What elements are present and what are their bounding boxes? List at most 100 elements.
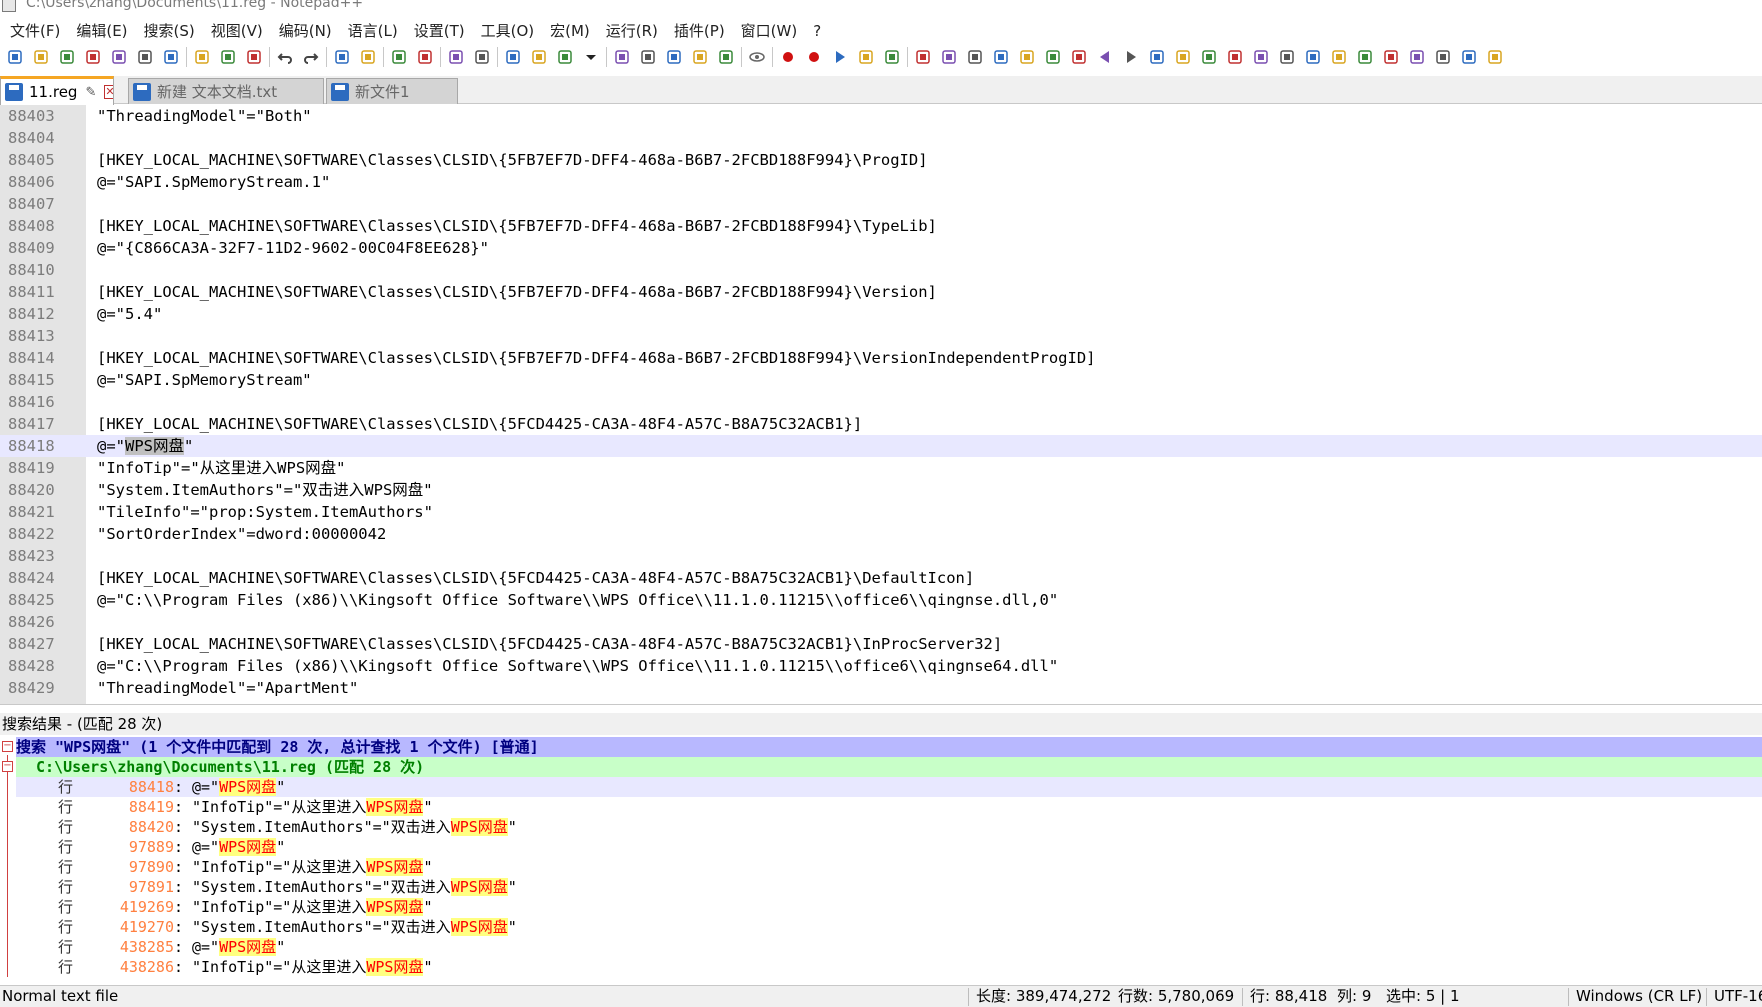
line-text[interactable]: @="SAPI.SpMemoryStream.1": [97, 171, 330, 193]
menu-item-12[interactable]: ?: [805, 18, 829, 44]
line-text[interactable]: @="WPS网盘": [97, 435, 193, 457]
plugin-2-icon[interactable]: [938, 46, 960, 68]
line-text[interactable]: [HKEY_LOCAL_MACHINE\SOFTWARE\Classes\CLS…: [97, 413, 862, 435]
editor-line[interactable]: 88408 [HKEY_LOCAL_MACHINE\SOFTWARE\Classe…: [0, 215, 1762, 237]
menu-item-2[interactable]: 搜索(S): [136, 18, 203, 44]
status-cursor-column[interactable]: 列: 9: [1337, 986, 1371, 1007]
fold-collapse-icon[interactable]: −: [2, 761, 13, 772]
udl-icon[interactable]: [689, 46, 711, 68]
plugin-7-icon[interactable]: [1172, 46, 1194, 68]
menu-item-1[interactable]: 编辑(E): [68, 18, 135, 44]
editor-line[interactable]: 88411 [HKEY_LOCAL_MACHINE\SOFTWARE\Classe…: [0, 281, 1762, 303]
plugin-4-icon[interactable]: [990, 46, 1012, 68]
result-text[interactable]: @="WPS网盘": [192, 937, 285, 957]
line-text[interactable]: "TileInfo"="prop:System.ItemAuthors": [97, 501, 433, 523]
editor-line[interactable]: 88421 "TileInfo"="prop:System.ItemAuthors…: [0, 501, 1762, 523]
editor-line[interactable]: 88420 "System.ItemAuthors"="双击进入WPS网盘": [0, 479, 1762, 501]
editor-line[interactable]: 88416: [0, 391, 1762, 413]
fold-collapse-icon[interactable]: −: [2, 741, 13, 752]
redo-icon[interactable]: [300, 46, 322, 68]
editor-line[interactable]: 88422 "SortOrderIndex"=dword:00000042: [0, 523, 1762, 545]
editor-line[interactable]: 88424 [HKEY_LOCAL_MACHINE\SOFTWARE\Classe…: [0, 567, 1762, 589]
paste-icon[interactable]: [243, 46, 265, 68]
editor-line[interactable]: 88418 @="WPS网盘": [0, 435, 1762, 457]
plugin-10-icon[interactable]: [1250, 46, 1272, 68]
editor-line[interactable]: 88417 [HKEY_LOCAL_MACHINE\SOFTWARE\Classe…: [0, 413, 1762, 435]
save-all-icon[interactable]: [82, 46, 104, 68]
search-result-row[interactable]: 行 438286: "InfoTip"="从这里进入WPS网盘": [16, 957, 1762, 977]
line-text[interactable]: @="SAPI.SpMemoryStream": [97, 369, 312, 391]
indent-guide-icon[interactable]: [554, 46, 576, 68]
sync-vertical-icon[interactable]: [445, 46, 467, 68]
search-result-row[interactable]: 行 97889: @="WPS网盘": [16, 837, 1762, 857]
editor-line[interactable]: 88426: [0, 611, 1762, 633]
editor-line[interactable]: 88404: [0, 127, 1762, 149]
result-text[interactable]: "System.ItemAuthors"="双击进入WPS网盘": [192, 917, 517, 937]
line-text[interactable]: "System.ItemAuthors"="双击进入WPS网盘": [97, 479, 433, 501]
folder-as-workspace-icon[interactable]: [611, 46, 633, 68]
menu-item-9[interactable]: 运行(R): [598, 18, 666, 44]
line-text[interactable]: "SortOrderIndex"=dword:00000042: [97, 523, 386, 545]
plugin-6-icon[interactable]: [1042, 46, 1064, 68]
close-tab-icon[interactable]: ✕: [104, 85, 113, 99]
sync-horizontal-icon[interactable]: [471, 46, 493, 68]
plugin-1-icon[interactable]: [912, 46, 934, 68]
editor-line[interactable]: 88405 [HKEY_LOCAL_MACHINE\SOFTWARE\Classe…: [0, 149, 1762, 171]
show-all-chars-icon[interactable]: [528, 46, 550, 68]
save-icon[interactable]: [56, 46, 78, 68]
plugin-14-icon[interactable]: [1354, 46, 1376, 68]
print-icon[interactable]: [160, 46, 182, 68]
first-bookmark-icon[interactable]: [1068, 46, 1090, 68]
file-header[interactable]: C:\Users\zhang\Documents\11.reg (匹配 28 次…: [16, 757, 1762, 777]
replace-icon[interactable]: [357, 46, 379, 68]
menu-item-10[interactable]: 插件(P): [666, 18, 733, 44]
result-text[interactable]: @="WPS网盘": [192, 837, 285, 857]
zoom-out-icon[interactable]: [414, 46, 436, 68]
line-text[interactable]: @="5.4": [97, 303, 162, 325]
search-result-row[interactable]: 行 419269: "InfoTip"="从这里进入WPS网盘": [16, 897, 1762, 917]
menu-item-5[interactable]: 语言(L): [340, 18, 406, 44]
line-text[interactable]: [HKEY_LOCAL_MACHINE\SOFTWARE\Classes\CLS…: [97, 149, 928, 171]
tab-11-reg[interactable]: 11.reg ✎ ✕: [0, 76, 114, 105]
find-icon[interactable]: [331, 46, 353, 68]
result-text[interactable]: "InfoTip"="从这里进入WPS网盘": [192, 797, 432, 817]
tab-new-text-document[interactable]: 新建 文本文档.txt: [128, 78, 324, 104]
plugin-11-icon[interactable]: [1276, 46, 1298, 68]
cut-icon[interactable]: [191, 46, 213, 68]
line-text[interactable]: [HKEY_LOCAL_MACHINE\SOFTWARE\Classes\CLS…: [97, 633, 1002, 655]
plugin-12-icon[interactable]: [1302, 46, 1324, 68]
search-header[interactable]: 搜索 "WPS网盘" (1 个文件中匹配到 28 次, 总计查找 1 个文件) …: [16, 737, 1762, 757]
menu-item-0[interactable]: 文件(F): [2, 18, 68, 44]
editor-line[interactable]: 88412 @="5.4": [0, 303, 1762, 325]
search-result-row[interactable]: 行 419270: "System.ItemAuthors"="双击进入WPS网盘…: [16, 917, 1762, 937]
next-bookmark-icon[interactable]: [1120, 46, 1142, 68]
plugin-9-icon[interactable]: [1224, 46, 1246, 68]
plugin-18-icon[interactable]: [1458, 46, 1480, 68]
result-text[interactable]: @="WPS网盘": [192, 777, 285, 797]
status-selection[interactable]: 选中: 5 | 1: [1386, 986, 1460, 1007]
close-all-icon[interactable]: [134, 46, 156, 68]
line-text[interactable]: @="C:\\Program Files (x86)\\Kingsoft Off…: [97, 655, 1058, 677]
editor-line[interactable]: 88414 [HKEY_LOCAL_MACHINE\SOFTWARE\Classe…: [0, 347, 1762, 369]
record-macro-icon[interactable]: [777, 46, 799, 68]
editor-line[interactable]: 88415 @="SAPI.SpMemoryStream": [0, 369, 1762, 391]
editor-line[interactable]: 88423: [0, 545, 1762, 567]
menu-item-4[interactable]: 编码(N): [271, 18, 340, 44]
editor-line[interactable]: 88425 @="C:\\Program Files (x86)\\Kingsof…: [0, 589, 1762, 611]
last-bookmark-icon[interactable]: [1146, 46, 1168, 68]
search-result-row[interactable]: 行 88419: "InfoTip"="从这里进入WPS网盘": [16, 797, 1762, 817]
result-text[interactable]: "InfoTip"="从这里进入WPS网盘": [192, 857, 432, 877]
line-text[interactable]: [HKEY_LOCAL_MACHINE\SOFTWARE\Classes\CLS…: [97, 281, 937, 303]
new-file-icon[interactable]: [4, 46, 26, 68]
pin-icon[interactable]: ✎: [85, 85, 96, 100]
editor-line[interactable]: 88429 "ThreadingModel"="ApartMent": [0, 677, 1762, 699]
dropdown-icon[interactable]: [580, 46, 602, 68]
plugin-8-icon[interactable]: [1198, 46, 1220, 68]
zoom-in-icon[interactable]: [388, 46, 410, 68]
editor-line[interactable]: 88427 [HKEY_LOCAL_MACHINE\SOFTWARE\Classe…: [0, 633, 1762, 655]
prev-bookmark-icon[interactable]: [1094, 46, 1116, 68]
line-text[interactable]: [HKEY_LOCAL_MACHINE\SOFTWARE\Classes\CLS…: [97, 215, 937, 237]
document-list-icon[interactable]: [715, 46, 737, 68]
save-macro-icon[interactable]: [881, 46, 903, 68]
document-map-icon[interactable]: [663, 46, 685, 68]
